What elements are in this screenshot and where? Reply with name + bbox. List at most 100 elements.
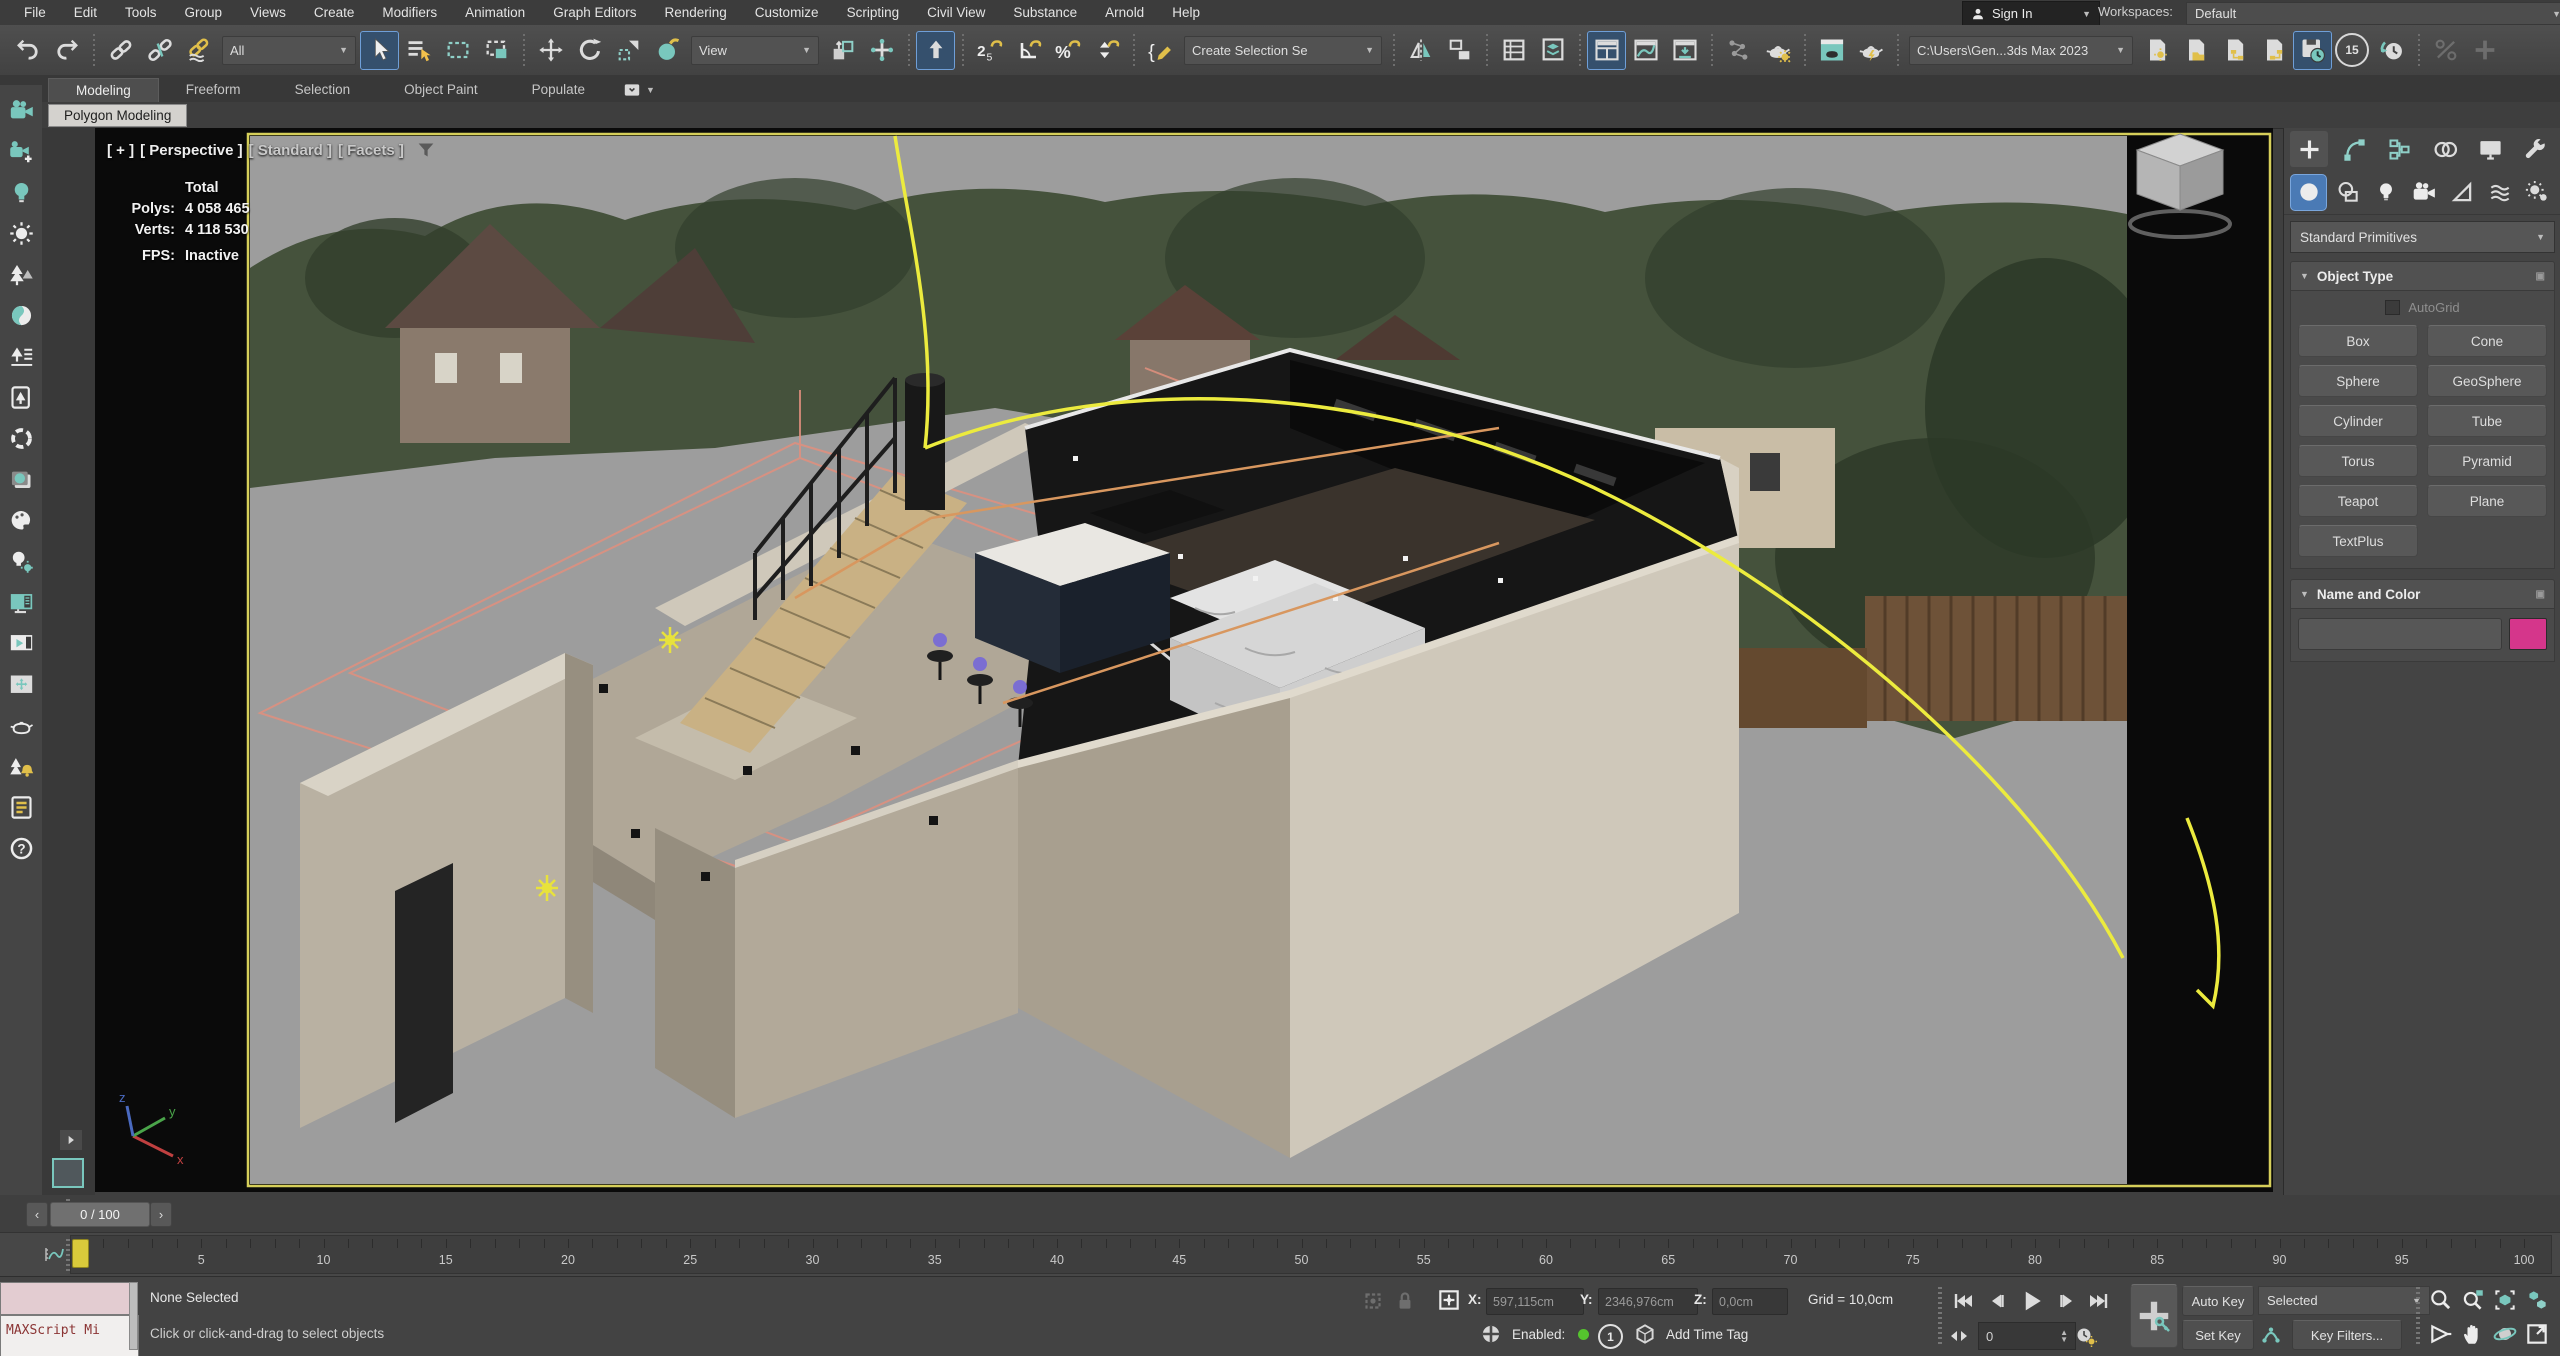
autosave-icon[interactable] (2293, 31, 2332, 70)
primitive-button-sphere[interactable]: Sphere (2298, 365, 2418, 397)
utilities-tab[interactable] (2517, 131, 2555, 167)
primitive-button-pyramid[interactable]: Pyramid (2427, 445, 2547, 477)
bind-spacewarp-icon[interactable] (179, 31, 218, 70)
teapot-wire-icon[interactable] (4, 708, 38, 742)
ribbon-tab-selection[interactable]: Selection (268, 78, 378, 102)
menu-graph-editors[interactable]: Graph Editors (539, 2, 650, 23)
field-of-view-icon[interactable] (2428, 1321, 2456, 1349)
help-icon[interactable]: ? (4, 831, 38, 865)
kbd-override-icon[interactable] (916, 31, 955, 70)
ribbon-tab-populate[interactable]: Populate (505, 78, 612, 102)
snap-percent-icon[interactable]: % (1048, 31, 1087, 70)
palette-icon[interactable] (4, 503, 38, 537)
menu-arnold[interactable]: Arnold (1091, 2, 1158, 23)
track-bar[interactable]: 0510152025303540455055606570758085909510… (0, 1232, 2560, 1278)
schematic-view-icon[interactable] (1665, 31, 1704, 70)
set-key-button[interactable]: Set Key (2182, 1320, 2254, 1350)
create-tab[interactable] (2290, 131, 2328, 167)
forest-alert-icon[interactable] (4, 749, 38, 783)
primitive-button-geosphere[interactable]: GeoSphere (2427, 365, 2547, 397)
project-folder-dropdown[interactable]: C:\Users\Gen...3ds Max 2023▼ (1909, 36, 2133, 65)
absolute-transform-icon[interactable] (1436, 1287, 1464, 1315)
object-color-swatch[interactable] (2509, 618, 2547, 650)
play-button[interactable] (2014, 1284, 2050, 1318)
menu-customize[interactable]: Customize (741, 2, 833, 23)
scene-explorer-icon[interactable] (1494, 31, 1533, 70)
pan-hand-icon[interactable] (2460, 1321, 2488, 1349)
next-frame-playback-button[interactable] (2052, 1286, 2082, 1316)
timeline-playhead[interactable] (72, 1239, 89, 1268)
snap-25-icon[interactable]: 25 (970, 31, 1009, 70)
z-coordinate-field[interactable]: 0,0cm (1712, 1288, 1788, 1315)
goto-end-button[interactable] (2084, 1286, 2114, 1316)
move-icon[interactable] (531, 31, 570, 70)
motion-tab[interactable] (2426, 131, 2464, 167)
cameras-subtab[interactable] (2406, 175, 2441, 210)
mini-curve-editor-icon[interactable] (42, 1242, 66, 1266)
viewport-style-menu[interactable]: [ Standard ] (249, 142, 332, 159)
orbit-icon[interactable] (2492, 1321, 2520, 1349)
key-mode-toggle[interactable] (1944, 1321, 1974, 1351)
foliage-list-icon[interactable] (4, 339, 38, 373)
redo-icon[interactable] (47, 31, 86, 70)
drag-grip[interactable] (2416, 1287, 2420, 1347)
sun-icon[interactable] (4, 216, 38, 250)
set-key-pose-icon[interactable] (2258, 1321, 2286, 1349)
viewport-layout-flyout-button[interactable] (60, 1130, 82, 1150)
next-frame-button[interactable]: › (150, 1202, 172, 1227)
menu-animation[interactable]: Animation (451, 2, 539, 23)
ref-coord-dropdown[interactable]: View▼ (691, 36, 819, 65)
notes-icon[interactable] (4, 790, 38, 824)
render-region-icon[interactable] (4, 667, 38, 701)
animation-wheel-icon[interactable] (1478, 1321, 1506, 1349)
helpers-subtab[interactable] (2444, 175, 2479, 210)
spinner-icon[interactable]: ▲▼ (2060, 1329, 2068, 1343)
modify-tab[interactable] (2335, 131, 2373, 167)
goto-start-button[interactable] (1948, 1286, 1978, 1316)
zoom-icon[interactable] (2428, 1287, 2456, 1315)
menu-help[interactable]: Help (1158, 2, 1214, 23)
menu-edit[interactable]: Edit (60, 2, 111, 23)
autogrid-checkbox[interactable] (2385, 300, 2400, 315)
maxscript-mini-listener-pink[interactable] (0, 1282, 130, 1315)
manipulate-icon[interactable] (862, 31, 901, 70)
curve-editor-icon[interactable] (1626, 31, 1665, 70)
scene-folder-icon[interactable] (2176, 31, 2215, 70)
mirror-icon[interactable] (1401, 31, 1440, 70)
environment-icon[interactable] (4, 298, 38, 332)
align-icon[interactable] (1440, 31, 1479, 70)
time-slider-value[interactable]: 0 / 100 (50, 1202, 150, 1227)
select-object-icon[interactable] (360, 31, 399, 70)
select-by-name-icon[interactable] (399, 31, 438, 70)
primitive-button-box[interactable]: Box (2298, 325, 2418, 357)
hierarchy-tab[interactable] (2381, 131, 2419, 167)
select-link-icon[interactable] (101, 31, 140, 70)
select-place-icon[interactable] (648, 31, 687, 70)
y-coordinate-field[interactable]: 2346,976cm (1598, 1288, 1698, 1315)
workspace-dropdown[interactable]: Default ▼ (2186, 2, 2560, 25)
listener-scrollbar[interactable] (129, 1282, 138, 1350)
light-bulb-icon[interactable] (4, 175, 38, 209)
zoom-all-icon[interactable] (2460, 1287, 2488, 1315)
isolate-selection-icon[interactable] (1360, 1288, 1388, 1316)
ribbon-tab-freeform[interactable]: Freeform (159, 78, 268, 102)
viewport-pov-menu[interactable]: [ Perspective ] (140, 142, 243, 159)
auto-key-button[interactable]: Auto Key (2182, 1286, 2254, 1316)
name-and-color-rollout-header[interactable]: ▼ Name and Color ▣ (2290, 579, 2555, 609)
fire-effect-icon[interactable] (4, 421, 38, 455)
zoom-extents-icon[interactable] (2492, 1287, 2520, 1315)
snap-angle-icon[interactable] (1009, 31, 1048, 70)
primitive-button-teapot[interactable]: Teapot (2298, 485, 2418, 517)
key-selection-dropdown[interactable]: Selected ▼ (2258, 1286, 2430, 1315)
time-tag-box-icon[interactable] (1632, 1321, 1660, 1349)
time-configuration-icon[interactable] (2070, 1321, 2100, 1351)
primitive-button-textplus[interactable]: TextPlus (2298, 525, 2418, 557)
ribbon-toggle-icon[interactable] (1587, 31, 1626, 70)
pivot-center-icon[interactable] (823, 31, 862, 70)
snapshot-icon[interactable] (2426, 31, 2465, 70)
scene-camera-icon[interactable] (4, 93, 38, 127)
menu-group[interactable]: Group (171, 2, 237, 23)
array-icon[interactable] (2465, 31, 2504, 70)
object-name-field[interactable] (2298, 618, 2502, 650)
foliage-page-icon[interactable] (4, 380, 38, 414)
